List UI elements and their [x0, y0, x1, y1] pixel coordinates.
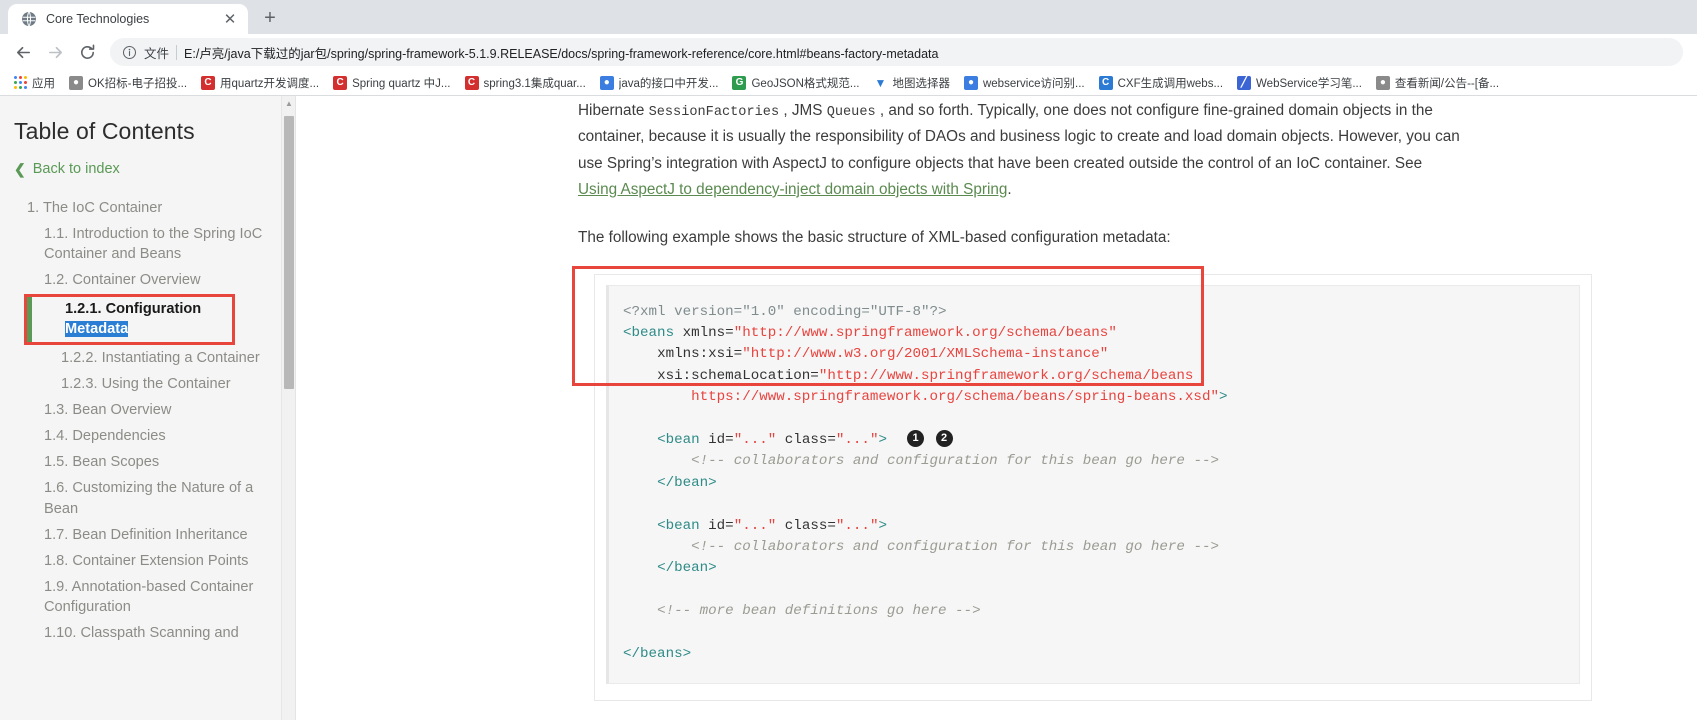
aspectj-doc-link[interactable]: Using AspectJ to dependency-inject domai…	[578, 181, 1007, 198]
apps-shortcut[interactable]: 应用	[6, 73, 62, 93]
toc-item-instantiating-a-container[interactable]: 1.2.2. Instantiating a Container	[14, 345, 265, 371]
browser-tab[interactable]: Core Technologies ✕	[8, 4, 248, 34]
bookmark-item[interactable]: C CXF生成调用webs...	[1092, 73, 1230, 93]
bookmark-item[interactable]: G GeoJSON格式规范...	[725, 73, 866, 93]
bookmark-item[interactable]: ● webservice访问别...	[957, 73, 1092, 93]
bookmark-label: webservice访问别...	[982, 77, 1085, 90]
bookmark-item[interactable]: C spring3.1集成quar...	[458, 73, 593, 93]
c-square-icon: C	[1098, 75, 1113, 90]
bookmark-label: java的接口中开发...	[618, 77, 719, 90]
info-circle-icon[interactable]	[122, 45, 137, 60]
inline-code-sessionfactories: SessionFactories	[648, 105, 780, 120]
chevron-left-icon: ❮	[14, 161, 26, 177]
para1-seg2: , JMS	[779, 102, 827, 119]
back-to-index-label: Back to index	[32, 161, 120, 177]
page-content: Table of Contents ❮ Back to index 1. The…	[0, 96, 1697, 720]
omnibox-divider	[176, 44, 178, 60]
tab-strip: Core Technologies ✕ +	[0, 0, 1697, 34]
sidebar-scrollbar[interactable]: ▲	[281, 96, 295, 720]
code-callout-1: 1	[907, 430, 925, 448]
note-icon: ╱	[1237, 75, 1252, 90]
toc-item-customizing-nature-of-bean[interactable]: 1.6. Customizing the Nature of a Bean	[14, 475, 265, 521]
toc-item-classpath-scanning[interactable]: 1.10. Classpath Scanning and	[14, 620, 265, 646]
bookmark-label: spring3.1集成quar...	[483, 77, 586, 90]
toc-current-highlight-box: 1.2.1. Configuration Metadata	[24, 293, 235, 345]
bookmark-label: OK招标-电子招投...	[88, 77, 188, 90]
bookmark-label: GeoJSON格式规范...	[751, 77, 860, 90]
toc-item-using-the-container[interactable]: 1.2.3. Using the Container	[14, 371, 265, 397]
bookmark-label: CXF生成调用webs...	[1117, 77, 1224, 90]
article-content: Hibernate SessionFactories , JMS Queues …	[296, 96, 1697, 720]
c-icon: C	[201, 75, 216, 90]
apps-label: 应用	[32, 77, 55, 90]
url-text: E:/卢亮/java下载过的jar包/spring/spring-framewo…	[184, 46, 939, 61]
code-listing-block: <?xml version="1.0" encoding="UTF-8"?> <…	[594, 273, 1592, 702]
bookmark-label: 用quartz开发调度...	[220, 77, 320, 90]
toc-item-container-extension-points[interactable]: 1.8. Container Extension Points	[14, 548, 265, 574]
arrow-left-icon[interactable]	[8, 37, 38, 67]
triangle-icon: ▼	[874, 75, 887, 90]
bookmark-item[interactable]: C 用quartz开发调度...	[194, 73, 326, 93]
toc-item-dependencies[interactable]: 1.4. Dependencies	[14, 423, 265, 449]
code-callout-2: 2	[935, 430, 953, 448]
inline-code-queues: Queues	[826, 105, 876, 120]
toc-item-configuration-metadata[interactable]: 1.2.1. Configuration Metadata	[27, 299, 232, 339]
bookmark-item[interactable]: C Spring quartz 中J...	[326, 73, 457, 93]
reload-icon[interactable]	[72, 37, 102, 67]
globe-icon: ●	[1375, 75, 1390, 90]
toc-inner: Table of Contents ❮ Back to index 1. The…	[0, 96, 283, 646]
address-bar[interactable]: 文件 E:/卢亮/java下载过的jar包/spring/spring-fram…	[110, 38, 1683, 66]
back-to-index-link[interactable]: ❮ Back to index	[14, 161, 265, 177]
toc-item-the-ioc-container[interactable]: 1. The IoC Container	[14, 195, 265, 221]
toc-current-selection: Metadata	[65, 320, 129, 337]
bookmark-label: 地图选择器	[892, 77, 950, 90]
browser-toolbar: 文件 E:/卢亮/java下载过的jar包/spring/spring-fram…	[0, 34, 1697, 70]
bookmark-label: 查看新闻/公告--[备...	[1394, 77, 1500, 90]
paragraph-following-example: The following example shows the basic st…	[578, 229, 1171, 247]
paragraph-domain-objects: Hibernate SessionFactories , JMS Queues …	[578, 98, 1461, 203]
toc-list: 1. The IoC Container 1.1. Introduction t…	[14, 195, 265, 646]
globe-icon: ●	[69, 75, 83, 90]
apps-grid-icon	[13, 76, 27, 90]
bookmark-item[interactable]: ● OK招标-电子招投...	[62, 73, 194, 93]
article-inner: Hibernate SessionFactories , JMS Queues …	[296, 98, 1697, 702]
toc-current-prefix: 1.2.1. Configuration	[65, 300, 202, 317]
xml-config-code: <?xml version="1.0" encoding="UTF-8"?> <…	[623, 303, 1228, 663]
bookmark-item[interactable]: ● java的接口中开发...	[593, 73, 726, 93]
g-icon: G	[732, 75, 747, 90]
scrollbar-thumb[interactable]	[284, 116, 294, 389]
url-scheme-label: 文件	[144, 46, 170, 61]
toc-item-container-overview[interactable]: 1.2. Container Overview	[14, 267, 265, 293]
toc-item-introduction[interactable]: 1.1. Introduction to the Spring IoC Cont…	[14, 221, 265, 267]
browser-window: Core Technologies ✕ + 文件 E:/卢亮/java下载过的j…	[0, 0, 1697, 720]
globe-icon	[21, 11, 37, 27]
c-icon: C	[333, 75, 348, 90]
para1-seg1: Hibernate	[578, 102, 649, 119]
table-of-contents-sidebar: Table of Contents ❮ Back to index 1. The…	[0, 96, 296, 720]
code-listing-content[interactable]: <?xml version="1.0" encoding="UTF-8"?> <…	[606, 284, 1580, 685]
baidu-icon: ●	[599, 75, 614, 90]
toc-item-bean-definition-inheritance[interactable]: 1.7. Bean Definition Inheritance	[14, 522, 265, 548]
bookmark-item[interactable]: ● 查看新闻/公告--[备...	[1369, 73, 1506, 93]
toc-item-bean-overview[interactable]: 1.3. Bean Overview	[14, 397, 265, 423]
new-tab-button[interactable]: +	[256, 4, 284, 32]
bookmark-label: Spring quartz 中J...	[352, 77, 451, 90]
bookmark-item[interactable]: ▼ 地图选择器	[866, 73, 957, 93]
scroll-up-arrow-icon[interactable]: ▲	[282, 96, 295, 110]
close-icon[interactable]: ✕	[222, 11, 238, 27]
baidu-icon: ●	[963, 75, 978, 90]
arrow-right-icon[interactable]	[40, 37, 70, 67]
bookmark-item[interactable]: ╱ WebService学习笔...	[1230, 73, 1369, 93]
toc-active-indicator	[27, 296, 32, 342]
tab-title: Core Technologies	[46, 12, 150, 26]
c-icon: C	[464, 75, 479, 90]
toc-item-bean-scopes[interactable]: 1.5. Bean Scopes	[14, 449, 265, 475]
bookmarks-bar: 应用 ● OK招标-电子招投... C 用quartz开发调度... C Spr…	[0, 70, 1697, 96]
toc-item-annotation-based-config[interactable]: 1.9. Annotation-based Container Configur…	[14, 574, 265, 620]
bookmark-label: WebService学习笔...	[1256, 77, 1362, 90]
para1-seg4: .	[1007, 180, 1012, 198]
page-title: Table of Contents	[14, 118, 195, 144]
